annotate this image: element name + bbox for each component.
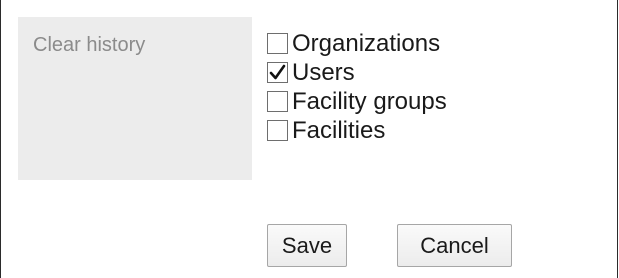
users-checkbox[interactable] — [267, 62, 288, 83]
cancel-button[interactable]: Cancel — [397, 224, 512, 267]
facility-groups-label[interactable]: Facility groups — [292, 88, 447, 116]
facilities-checkbox[interactable] — [267, 120, 288, 141]
users-label[interactable]: Users — [292, 59, 355, 87]
clear-history-options: Organizations Users Facility groups Faci… — [267, 29, 447, 145]
field-label-cell: Clear history — [18, 17, 252, 180]
save-button[interactable]: Save — [267, 224, 347, 267]
clear-history-label: Clear history — [33, 34, 146, 56]
option-users[interactable]: Users — [267, 58, 447, 87]
option-organizations[interactable]: Organizations — [267, 29, 447, 58]
facility-groups-checkbox[interactable] — [267, 91, 288, 112]
organizations-checkbox[interactable] — [267, 33, 288, 54]
organizations-label[interactable]: Organizations — [292, 30, 440, 58]
check-icon — [269, 64, 286, 80]
settings-panel: Clear history Organizations Users Facili… — [0, 0, 618, 278]
option-facilities[interactable]: Facilities — [267, 116, 447, 145]
facilities-label[interactable]: Facilities — [292, 117, 385, 145]
option-facility-groups[interactable]: Facility groups — [267, 87, 447, 116]
